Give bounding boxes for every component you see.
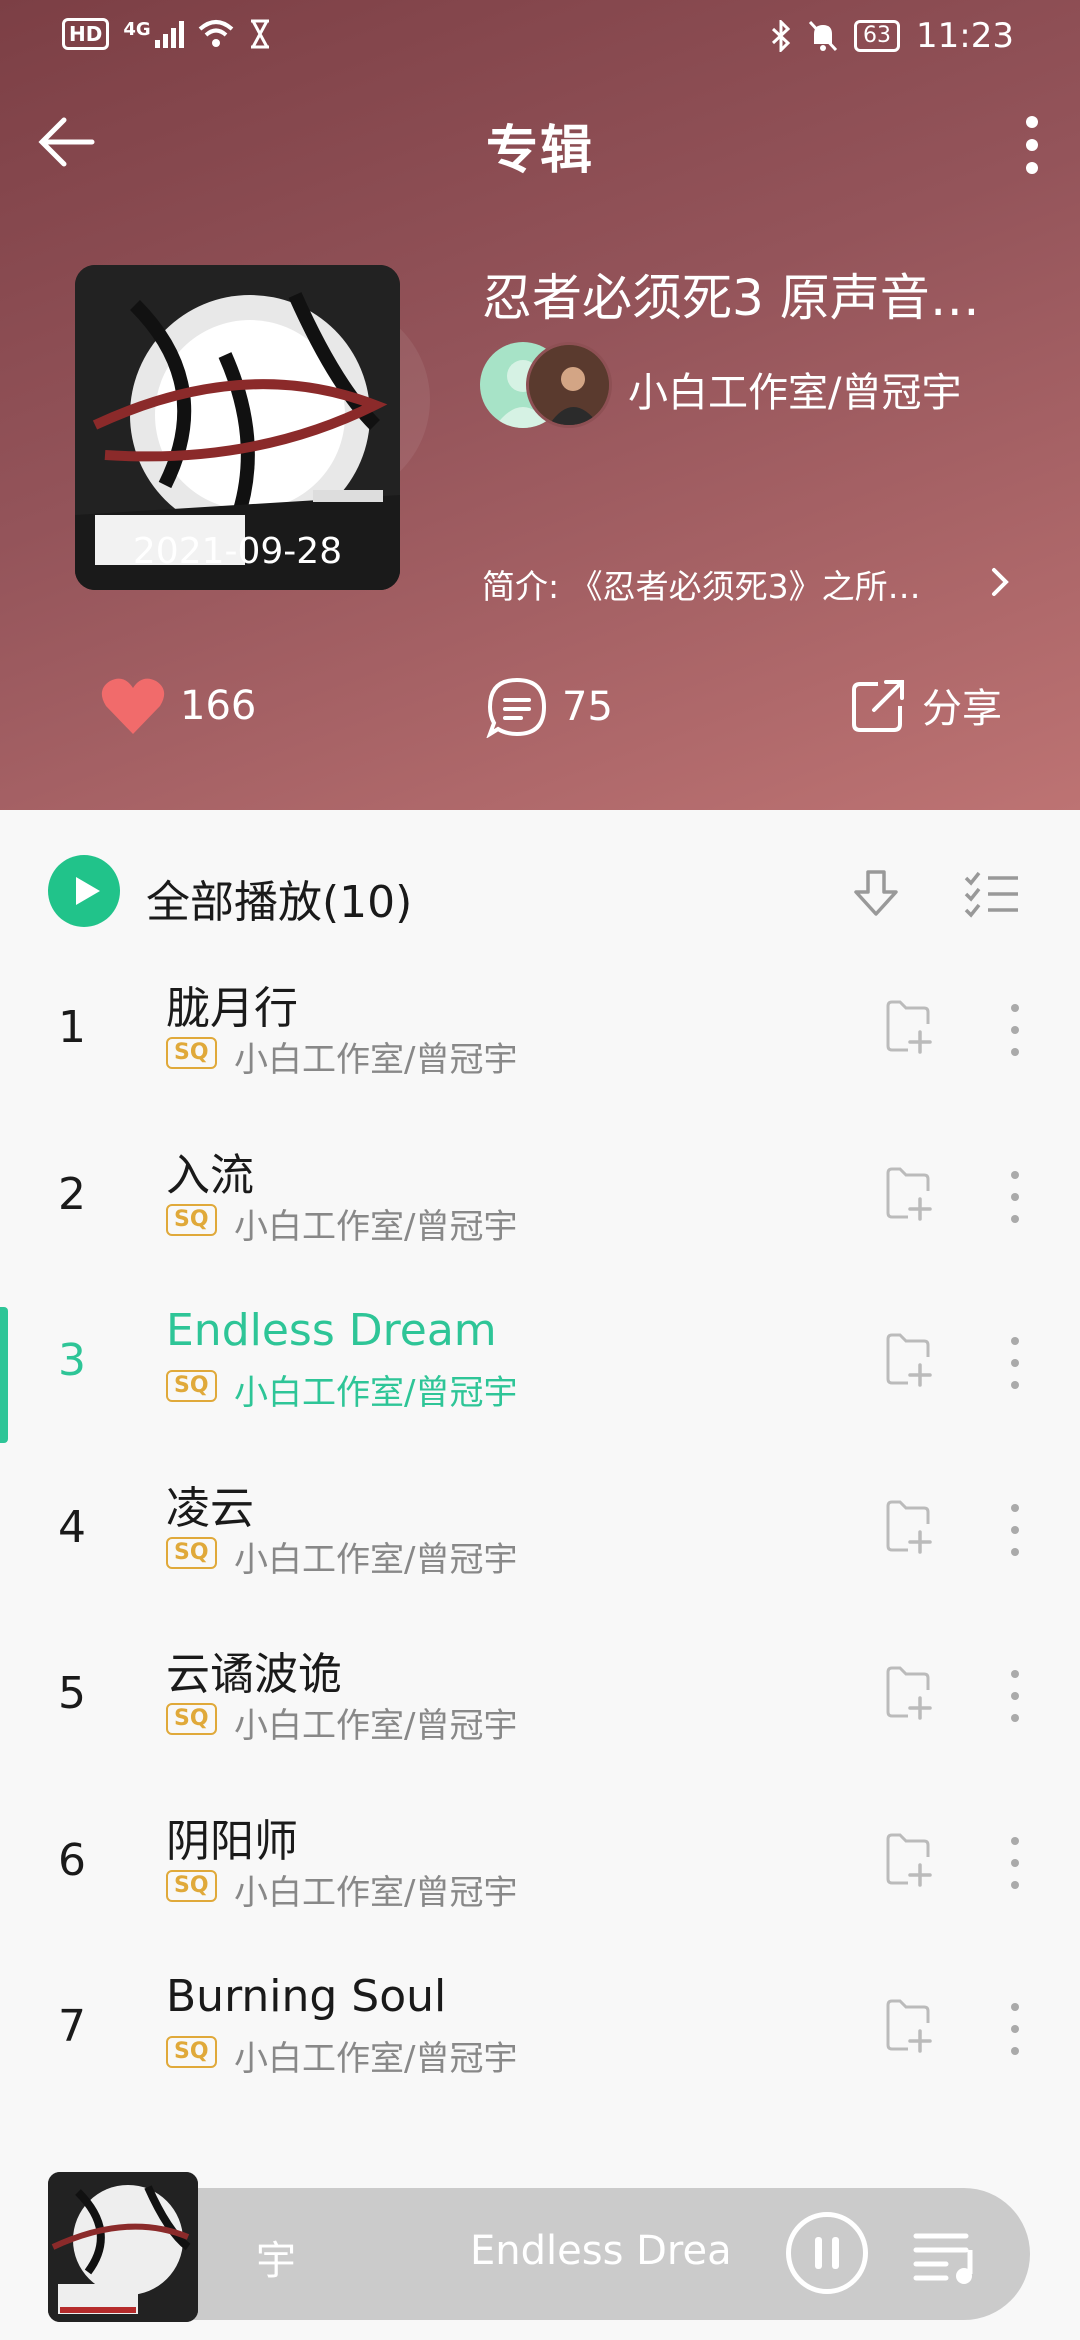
- track-artist: 小白工作室/曾冠宇: [234, 1206, 518, 1247]
- track-artist: 小白工作室/曾冠宇: [234, 2039, 518, 2079]
- track-more-icon[interactable]: [1000, 1333, 1030, 1393]
- battery-icon: 63: [854, 20, 901, 52]
- track-row[interactable]: 7 Burning Soul SQ 小白工作室/曾冠宇: [0, 1959, 1080, 2125]
- share-icon: [852, 680, 904, 732]
- track-number: 6: [58, 1834, 86, 1886]
- more-vertical-icon[interactable]: [1012, 110, 1052, 180]
- add-to-playlist-icon[interactable]: [882, 1833, 934, 1889]
- page-title: 专辑: [485, 121, 594, 181]
- play-icon: [76, 877, 100, 905]
- sq-badge: SQ: [166, 1869, 217, 1902]
- track-number: 1: [58, 1002, 86, 1053]
- hd-badge: HD: [62, 18, 110, 50]
- add-to-playlist-icon[interactable]: [882, 1000, 934, 1056]
- track-more-icon[interactable]: [1000, 1500, 1030, 1560]
- track-artist: 小白工作室/曾冠宇: [234, 1872, 518, 1913]
- like-count: 166: [180, 683, 257, 729]
- sq-badge: SQ: [166, 1037, 217, 1069]
- track-row[interactable]: 6 阴阳师 SQ 小白工作室/曾冠宇: [0, 1793, 1080, 1959]
- download-icon[interactable]: [848, 866, 904, 922]
- track-number: 4: [58, 1501, 86, 1553]
- track-title: 入流: [166, 1149, 254, 1201]
- add-to-playlist-icon[interactable]: [882, 1666, 934, 1722]
- player-cover[interactable]: [48, 2172, 198, 2322]
- bluetooth-icon: [771, 20, 791, 52]
- player-track-title: Endless Dream: [470, 2228, 734, 2274]
- track-title: Endless Dream: [166, 1305, 497, 1356]
- wifi-icon: [198, 20, 233, 47]
- track-title: 胧月行: [166, 983, 298, 1034]
- add-to-playlist-icon[interactable]: [882, 1999, 934, 2055]
- play-all-label[interactable]: 全部播放(10): [146, 866, 412, 930]
- track-title: 凌云: [166, 1482, 254, 1534]
- track-number: 2: [58, 1168, 86, 1220]
- track-row[interactable]: 2 入流 SQ 小白工作室/曾冠宇: [0, 1127, 1080, 1293]
- track-artist: 小白工作室/曾冠宇: [234, 1539, 518, 1580]
- track-more-icon[interactable]: [1000, 1833, 1030, 1893]
- track-number: 3: [58, 1335, 86, 1386]
- sq-badge: SQ: [166, 2036, 217, 2068]
- track-artist: 小白工作室/曾冠宇: [234, 1373, 518, 1413]
- track-artist: 小白工作室/曾冠宇: [234, 1040, 518, 1080]
- multi-select-icon[interactable]: [962, 866, 1022, 922]
- track-more-icon[interactable]: [1000, 1167, 1030, 1227]
- release-date: 2021-09-28: [132, 531, 343, 572]
- track-row[interactable]: 1 胧月行 SQ 小白工作室/曾冠宇: [0, 960, 1080, 1126]
- track-title: 阴阳师: [166, 1815, 298, 1867]
- track-more-icon[interactable]: [1000, 1999, 1030, 2059]
- play-all-button[interactable]: [48, 855, 120, 927]
- comment-icon: [486, 677, 547, 738]
- track-number: 5: [58, 1668, 86, 1719]
- track-row[interactable]: 4 凌云 SQ 小白工作室/曾冠宇: [0, 1460, 1080, 1626]
- chevron-right-icon: [992, 568, 1009, 596]
- sq-badge: SQ: [166, 1536, 217, 1569]
- comment-button[interactable]: 75: [486, 676, 613, 738]
- playlist-queue-icon[interactable]: [912, 2226, 982, 2286]
- track-title: Burning Soul: [166, 1971, 447, 2022]
- clock: 11:23: [916, 16, 1014, 56]
- pause-button[interactable]: [786, 2212, 868, 2294]
- like-button[interactable]: 166: [100, 676, 256, 736]
- track-row[interactable]: 5 云谲波诡 SQ 小白工作室/曾冠宇: [0, 1626, 1080, 1792]
- share-button[interactable]: 分享: [850, 676, 1002, 734]
- heart-icon: [101, 678, 165, 734]
- album-cover[interactable]: 2021-09-28: [75, 265, 400, 590]
- pause-icon: [815, 2237, 839, 2269]
- add-to-playlist-icon[interactable]: [882, 1500, 934, 1556]
- comment-count: 75: [562, 684, 613, 730]
- now-playing-indicator: [0, 1307, 8, 1443]
- signal-icon: [154, 20, 184, 48]
- album-header: HD 4G 63 11:23 专辑 2021-09-28 忍者必须死3 原声音……: [0, 0, 1080, 810]
- hourglass-icon: [250, 19, 269, 49]
- sq-badge: SQ: [166, 1370, 217, 1402]
- mute-icon: [808, 20, 838, 52]
- track-artist: 小白工作室/曾冠宇: [234, 1706, 518, 1746]
- sq-badge: SQ: [166, 1703, 217, 1735]
- share-label: 分享: [922, 686, 1002, 732]
- sq-badge: SQ: [166, 1203, 217, 1236]
- intro-text: 简介: 《忍者必须死3》之所…: [482, 567, 921, 606]
- track-more-icon[interactable]: [1000, 1666, 1030, 1726]
- avatar: [526, 342, 612, 428]
- track-number: 7: [58, 2001, 86, 2052]
- album-artist[interactable]: 小白工作室/曾冠宇: [628, 360, 961, 418]
- status-bar: HD 4G 63 11:23: [0, 0, 1080, 74]
- add-to-playlist-icon[interactable]: [882, 1333, 934, 1389]
- album-title: 忍者必须死3 原声音…: [482, 269, 980, 327]
- network-label: 4G: [123, 18, 151, 40]
- player-artist: 宇: [256, 2238, 296, 2284]
- add-to-playlist-icon[interactable]: [882, 1167, 934, 1223]
- track-row[interactable]: 3 Endless Dream SQ 小白工作室/曾冠宇: [0, 1293, 1080, 1459]
- track-title: 云谲波诡: [166, 1649, 342, 1700]
- track-more-icon[interactable]: [1000, 1000, 1030, 1060]
- album-intro[interactable]: 简介: 《忍者必须死3》之所…: [482, 560, 1022, 608]
- artist-avatars[interactable]: [480, 342, 612, 430]
